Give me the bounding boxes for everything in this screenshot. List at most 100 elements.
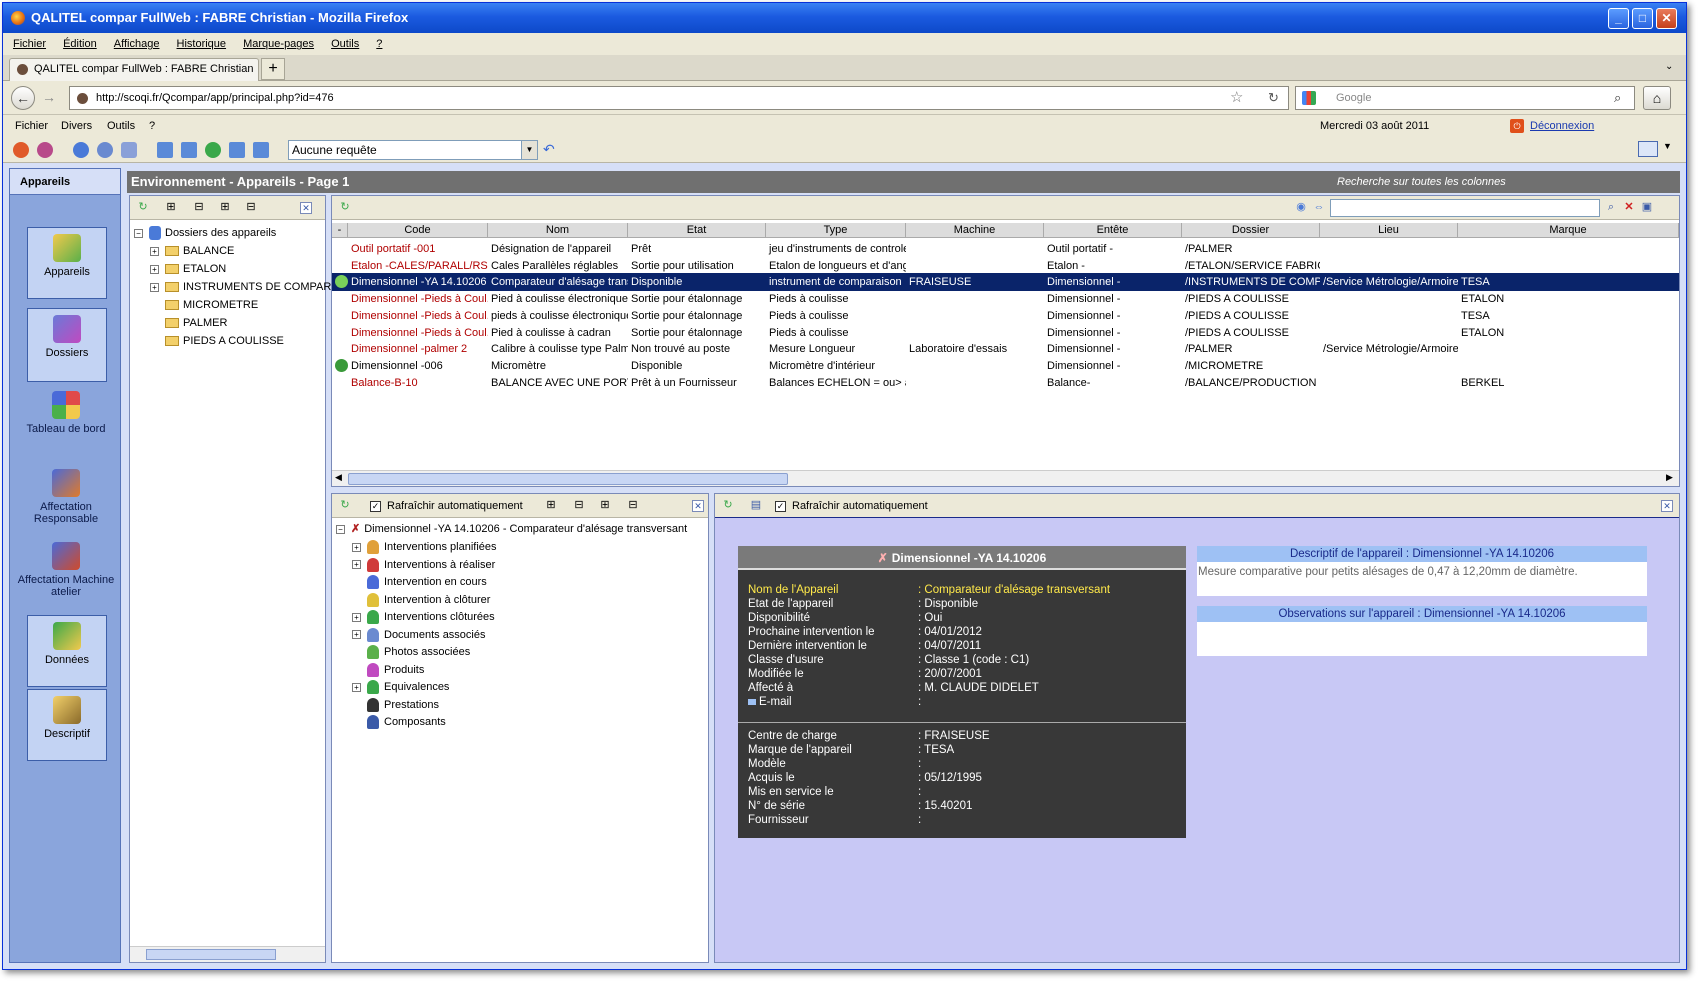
- expand-icon[interactable]: +: [352, 542, 361, 552]
- table-row[interactable]: Dimensionnel -Pieds à Coul./Elepieds à c…: [332, 307, 1679, 325]
- previous-page-icon[interactable]: [181, 142, 197, 158]
- web-search-box[interactable]: Google ⌕: [1295, 86, 1635, 110]
- tree-folder-balance[interactable]: + BALANCE: [150, 242, 234, 260]
- table-row[interactable]: Balance-B-10 BALANCE AVEC UNE PORTEEPrêt …: [332, 374, 1679, 392]
- tab-active[interactable]: QALITEL compar FullWeb : FABRE Christian: [9, 58, 259, 81]
- sidebar-item-affectation-machine[interactable]: Affectation Machine atelier: [14, 542, 118, 598]
- expand-icon[interactable]: +: [352, 612, 361, 622]
- preview-icon[interactable]: ▤: [749, 498, 763, 512]
- expand-all-icon[interactable]: ⊞: [164, 200, 178, 214]
- column-header-entête[interactable]: Entête: [1044, 223, 1182, 238]
- add-record-icon[interactable]: [73, 142, 89, 158]
- tree-folder-palmer[interactable]: PALMER: [165, 314, 227, 332]
- grid-search-input[interactable]: [1330, 199, 1600, 217]
- scroll-right-icon[interactable]: ▶: [1666, 472, 1673, 483]
- sidebar-item-appareils[interactable]: Appareils: [27, 227, 107, 299]
- intervention-item[interactable]: + Interventions planifiées: [352, 538, 497, 556]
- app-menu-help[interactable]: ?: [149, 115, 155, 137]
- table-row[interactable]: Etalon -CALES/PARALL/RSD Cales Parallèles…: [332, 257, 1679, 275]
- sidebar-item-descriptif[interactable]: Descriptif: [27, 689, 107, 761]
- intervention-item[interactable]: + Interventions clôturées: [352, 608, 495, 626]
- tree-hscrollbar[interactable]: [130, 946, 325, 962]
- chevron-down-icon[interactable]: ▼: [521, 141, 537, 159]
- save-icon[interactable]: ▣: [1640, 200, 1654, 214]
- view-record-icon[interactable]: [97, 142, 113, 158]
- collapse-all-icon[interactable]: ⊟: [192, 200, 206, 214]
- intervention-item[interactable]: Prestations: [367, 696, 439, 714]
- close-icon[interactable]: ✕: [300, 202, 312, 214]
- intervention-tree-root[interactable]: − ✗ Dimensionnel -YA 14.10206 - Comparateu…: [336, 520, 687, 538]
- screen-options-icon[interactable]: [1638, 141, 1658, 157]
- close-icon[interactable]: ✕: [692, 500, 704, 512]
- intervention-item[interactable]: Photos associées: [367, 643, 470, 661]
- column-header-type[interactable]: Type: [766, 223, 906, 238]
- tree-root[interactable]: − Dossiers des appareils: [134, 224, 276, 242]
- expand-all-icon[interactable]: ⊞: [544, 498, 558, 512]
- menu-affichage[interactable]: Affichage: [114, 38, 160, 50]
- query-select[interactable]: Aucune requête ▼: [288, 140, 538, 160]
- search-icon[interactable]: ⌕: [1604, 200, 1618, 214]
- home-icon[interactable]: ⌂: [1643, 86, 1671, 110]
- table-row[interactable]: Dimensionnel -palmer 2 Calibre à coulisse…: [332, 340, 1679, 358]
- table-row[interactable]: Dimensionnel -YA 14.10206 Comparateur d'a…: [332, 273, 1679, 292]
- logout-link[interactable]: Déconnexion: [1530, 115, 1594, 137]
- table-row[interactable]: Outil portatif -001 Désignation de l'appa…: [332, 240, 1679, 258]
- expand-icon[interactable]: ⊞: [218, 200, 232, 214]
- clear-search-icon[interactable]: ✕: [1622, 200, 1636, 214]
- new-tab-button[interactable]: +: [261, 58, 285, 80]
- tree-folder-pieds[interactable]: PIEDS A COULISSE: [165, 332, 284, 350]
- minimize-button[interactable]: _: [1608, 8, 1629, 29]
- intervention-item[interactable]: Composants: [367, 713, 446, 731]
- collapse-all-icon[interactable]: ⊟: [572, 498, 586, 512]
- column-header-machine[interactable]: Machine: [906, 223, 1044, 238]
- table-row[interactable]: Dimensionnel -Pieds à Coul./ElePied à co…: [332, 290, 1679, 308]
- app-menu-fichier[interactable]: Fichier: [15, 115, 48, 137]
- auto-refresh-checkbox[interactable]: ✓ Rafraîchir automatiquement: [775, 494, 928, 518]
- refresh-icon[interactable]: ↻: [136, 200, 150, 214]
- app-menu-divers[interactable]: Divers: [61, 115, 92, 137]
- tab-list-chevron-icon[interactable]: ⌄: [1665, 61, 1673, 72]
- tree-folder-micrometre[interactable]: MICROMETRE: [165, 296, 258, 314]
- expand-icon[interactable]: +: [352, 682, 361, 692]
- refresh-icon[interactable]: ↻: [338, 498, 352, 512]
- url-bar[interactable]: http://scoqi.fr/Qcompar/app/principal.ph…: [69, 86, 1289, 110]
- column-header-marque[interactable]: Marque: [1458, 223, 1679, 238]
- intervention-item[interactable]: Intervention en cours: [367, 573, 487, 591]
- scroll-thumb[interactable]: [348, 473, 788, 485]
- last-page-icon[interactable]: [253, 142, 269, 158]
- maximize-button[interactable]: □: [1632, 8, 1653, 29]
- auto-refresh-checkbox[interactable]: ✓ Rafraîchir automatiquement: [370, 494, 523, 518]
- table-row[interactable]: Dimensionnel -006 Micromètre Disponible Mic…: [332, 357, 1679, 375]
- intervention-item[interactable]: + Interventions à réaliser: [352, 556, 495, 574]
- delete-record-icon[interactable]: [121, 142, 137, 158]
- app-menu-outils[interactable]: Outils: [107, 115, 135, 137]
- close-button[interactable]: ✕: [1656, 8, 1677, 29]
- undo-icon[interactable]: ↶: [543, 141, 555, 158]
- forward-arrow-icon[interactable]: →: [37, 86, 61, 110]
- sidebar-item-affectation-responsable[interactable]: Affectation Responsable: [14, 469, 118, 525]
- filter-options-icon[interactable]: ◉: [1294, 200, 1308, 214]
- column-header-dossier[interactable]: Dossier: [1182, 223, 1320, 238]
- column-header-nom[interactable]: Nom: [488, 223, 628, 238]
- intervention-item[interactable]: Intervention à clôturer: [367, 591, 490, 609]
- column-header-code[interactable]: Code: [348, 223, 488, 238]
- menu-historique[interactable]: Historique: [177, 38, 227, 50]
- refresh-icon[interactable]: [205, 142, 221, 158]
- sidebar-item-tableau-de-bord[interactable]: Tableau de bord: [14, 391, 118, 435]
- expand-icon[interactable]: +: [352, 560, 361, 570]
- scroll-thumb[interactable]: [146, 949, 276, 960]
- tree-folder-etalon[interactable]: + ETALON: [150, 260, 226, 278]
- app-home-icon[interactable]: [13, 142, 29, 158]
- menu-edition[interactable]: Édition: [63, 38, 97, 50]
- collapse-icon[interactable]: ⊟: [244, 200, 258, 214]
- table-row[interactable]: Dimensionnel -Pieds à Coul./caPied à cou…: [332, 324, 1679, 342]
- intervention-item[interactable]: Produits: [367, 661, 424, 679]
- refresh-icon[interactable]: ↻: [338, 200, 352, 214]
- intervention-item[interactable]: + Documents associés: [352, 626, 486, 644]
- tree-folder-instruments[interactable]: + INSTRUMENTS DE COMPARA: [150, 278, 339, 296]
- sidebar-item-donnees[interactable]: Données: [27, 615, 107, 687]
- collapse-icon[interactable]: ⊟: [626, 498, 640, 512]
- close-icon[interactable]: ✕: [1661, 500, 1673, 512]
- tools-icon[interactable]: [37, 142, 53, 158]
- expand-icon[interactable]: +: [352, 630, 361, 640]
